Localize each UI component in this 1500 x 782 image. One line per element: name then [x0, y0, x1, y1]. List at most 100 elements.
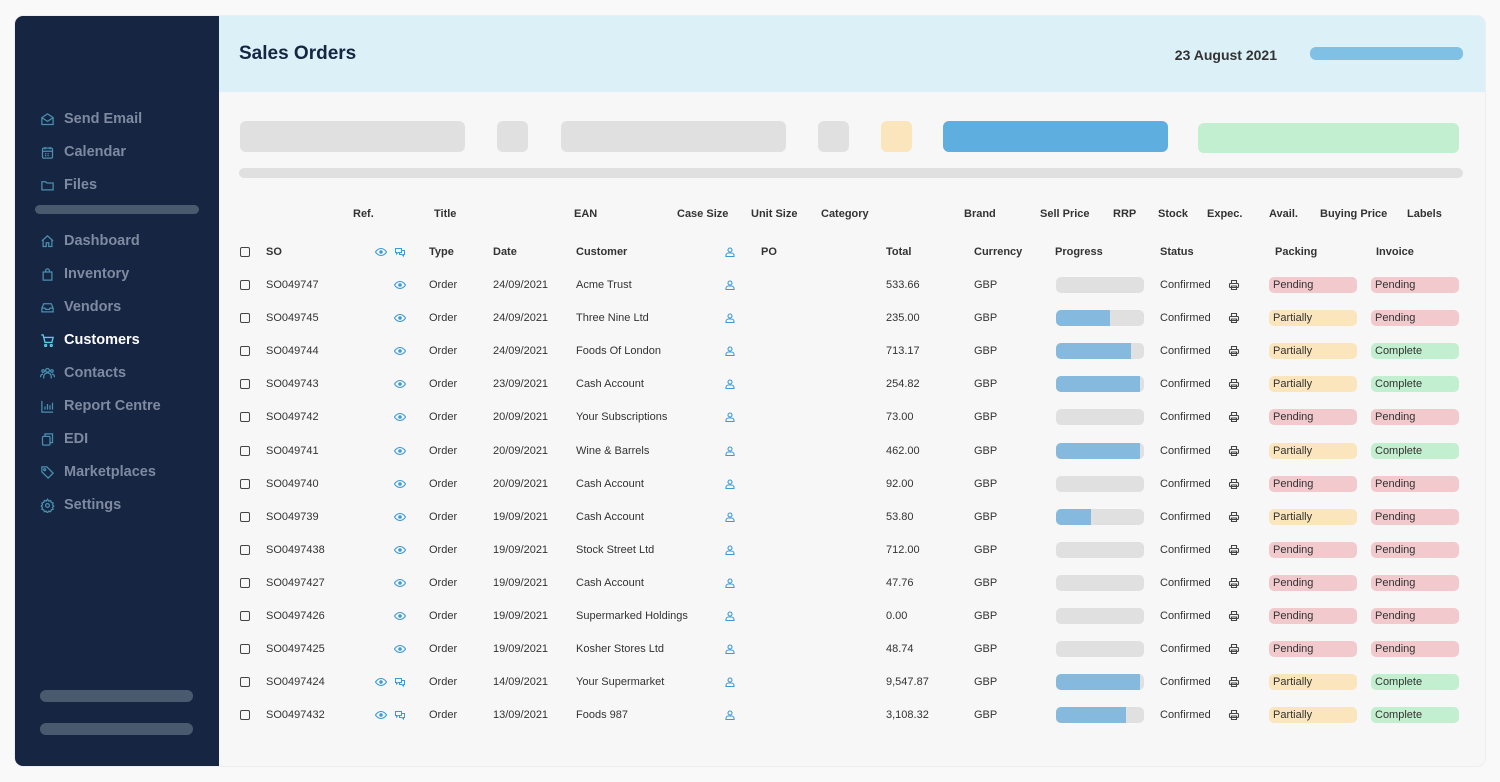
primary-action-button[interactable]	[943, 121, 1168, 152]
eye-icon[interactable]	[393, 477, 407, 491]
printer-icon[interactable]	[1227, 708, 1241, 722]
column-header-type[interactable]: Type	[429, 246, 454, 258]
so-number[interactable]: SO049743	[266, 378, 319, 390]
create-order-button[interactable]	[1198, 123, 1459, 153]
column-header-currency[interactable]: Currency	[974, 246, 1022, 258]
column-header-category[interactable]: Category	[821, 208, 869, 220]
column-header-unit-size[interactable]: Unit Size	[751, 208, 797, 220]
sidebar-item-calendar[interactable]: Calendar	[39, 141, 126, 163]
user-icon[interactable]	[723, 576, 737, 590]
column-header-customer[interactable]: Customer	[576, 246, 627, 258]
column-header-buying-price[interactable]: Buying Price	[1320, 208, 1387, 220]
row-checkbox[interactable]	[240, 710, 250, 721]
sidebar-item-marketplaces[interactable]: Marketplaces	[39, 461, 156, 483]
user-icon[interactable]	[723, 609, 737, 623]
user-icon[interactable]	[723, 642, 737, 656]
column-header-stock[interactable]: Stock	[1158, 208, 1188, 220]
user-icon[interactable]	[723, 675, 737, 689]
row-checkbox[interactable]	[240, 511, 250, 522]
row-checkbox[interactable]	[240, 544, 250, 555]
sidebar-item-files[interactable]: Files	[39, 174, 97, 196]
row-checkbox[interactable]	[240, 577, 250, 588]
printer-icon[interactable]	[1227, 675, 1241, 689]
printer-icon[interactable]	[1227, 377, 1241, 391]
column-header-title[interactable]: Title	[434, 208, 456, 220]
eye-icon[interactable]	[393, 311, 407, 325]
printer-icon[interactable]	[1227, 576, 1241, 590]
search-input[interactable]	[240, 121, 465, 152]
row-checkbox[interactable]	[240, 644, 250, 655]
calendar-button[interactable]	[818, 121, 849, 152]
column-header-case-size[interactable]: Case Size	[677, 208, 728, 220]
eye-icon[interactable]	[393, 377, 407, 391]
column-header-rrp[interactable]: RRP	[1113, 208, 1136, 220]
row-checkbox[interactable]	[240, 412, 250, 423]
row-checkbox[interactable]	[240, 677, 250, 688]
row-checkbox[interactable]	[240, 346, 250, 357]
eye-icon[interactable]	[393, 344, 407, 358]
user-icon[interactable]	[723, 510, 737, 524]
printer-icon[interactable]	[1227, 543, 1241, 557]
column-header-progress[interactable]: Progress	[1055, 246, 1103, 258]
eye-icon[interactable]	[393, 576, 407, 590]
column-header-ean[interactable]: EAN	[574, 208, 597, 220]
so-number[interactable]: SO049747	[266, 279, 319, 291]
warning-filter-button[interactable]	[881, 121, 912, 152]
column-header-packing[interactable]: Packing	[1275, 246, 1317, 258]
eye-icon[interactable]	[393, 510, 407, 524]
printer-icon[interactable]	[1227, 311, 1241, 325]
column-header-total[interactable]: Total	[886, 246, 911, 258]
column-header-invoice[interactable]: Invoice	[1376, 246, 1414, 258]
so-number[interactable]: SO049740	[266, 478, 319, 490]
user-icon[interactable]	[723, 543, 737, 557]
row-checkbox[interactable]	[240, 280, 250, 290]
eye-icon[interactable]	[374, 245, 388, 259]
user-menu-button[interactable]	[1310, 47, 1463, 60]
sidebar-item-edi[interactable]: EDI	[39, 428, 88, 450]
row-checkbox[interactable]	[240, 478, 250, 489]
row-checkbox[interactable]	[240, 313, 250, 324]
column-header-so[interactable]: SO	[266, 246, 282, 258]
printer-icon[interactable]	[1227, 444, 1241, 458]
sidebar-item-dashboard[interactable]: Dashboard	[39, 230, 140, 252]
sidebar-item-contacts[interactable]: Contacts	[39, 362, 126, 384]
row-checkbox[interactable]	[240, 445, 250, 456]
sidebar-item-inventory[interactable]: Inventory	[39, 263, 129, 285]
filter-button[interactable]	[497, 121, 528, 152]
printer-icon[interactable]	[1227, 410, 1241, 424]
printer-icon[interactable]	[1227, 609, 1241, 623]
row-checkbox[interactable]	[240, 611, 250, 621]
so-number[interactable]: SO0497432	[266, 709, 325, 721]
user-icon[interactable]	[723, 377, 737, 391]
column-header-status[interactable]: Status	[1160, 246, 1194, 258]
eye-icon[interactable]	[374, 675, 388, 689]
user-icon[interactable]	[723, 344, 737, 358]
so-number[interactable]: SO049745	[266, 312, 319, 324]
sidebar-footer-link[interactable]	[40, 723, 193, 735]
printer-icon[interactable]	[1227, 642, 1241, 656]
sidebar-footer-link[interactable]	[40, 690, 193, 702]
column-header-labels[interactable]: Labels	[1407, 208, 1442, 220]
comment-icon[interactable]	[393, 675, 407, 689]
eye-icon[interactable]	[393, 642, 407, 656]
user-icon[interactable]	[723, 708, 737, 722]
so-number[interactable]: SO049739	[266, 511, 319, 523]
comment-icon[interactable]	[393, 708, 407, 722]
so-number[interactable]: SO049744	[266, 345, 319, 357]
so-number[interactable]: SO049742	[266, 411, 319, 423]
eye-icon[interactable]	[393, 543, 407, 557]
user-icon[interactable]	[723, 410, 737, 424]
column-header-po[interactable]: PO	[761, 246, 777, 258]
eye-icon[interactable]	[374, 708, 388, 722]
user-icon[interactable]	[723, 311, 737, 325]
so-number[interactable]: SO0497438	[266, 544, 325, 556]
sidebar-item-settings[interactable]: Settings	[39, 494, 121, 516]
row-checkbox[interactable]	[240, 379, 250, 390]
printer-icon[interactable]	[1227, 344, 1241, 358]
user-icon[interactable]	[723, 477, 737, 491]
so-number[interactable]: SO0497424	[266, 676, 325, 688]
date-range-input[interactable]	[561, 121, 786, 152]
eye-icon[interactable]	[393, 444, 407, 458]
printer-icon[interactable]	[1227, 510, 1241, 524]
select-all-checkbox[interactable]	[240, 247, 250, 257]
